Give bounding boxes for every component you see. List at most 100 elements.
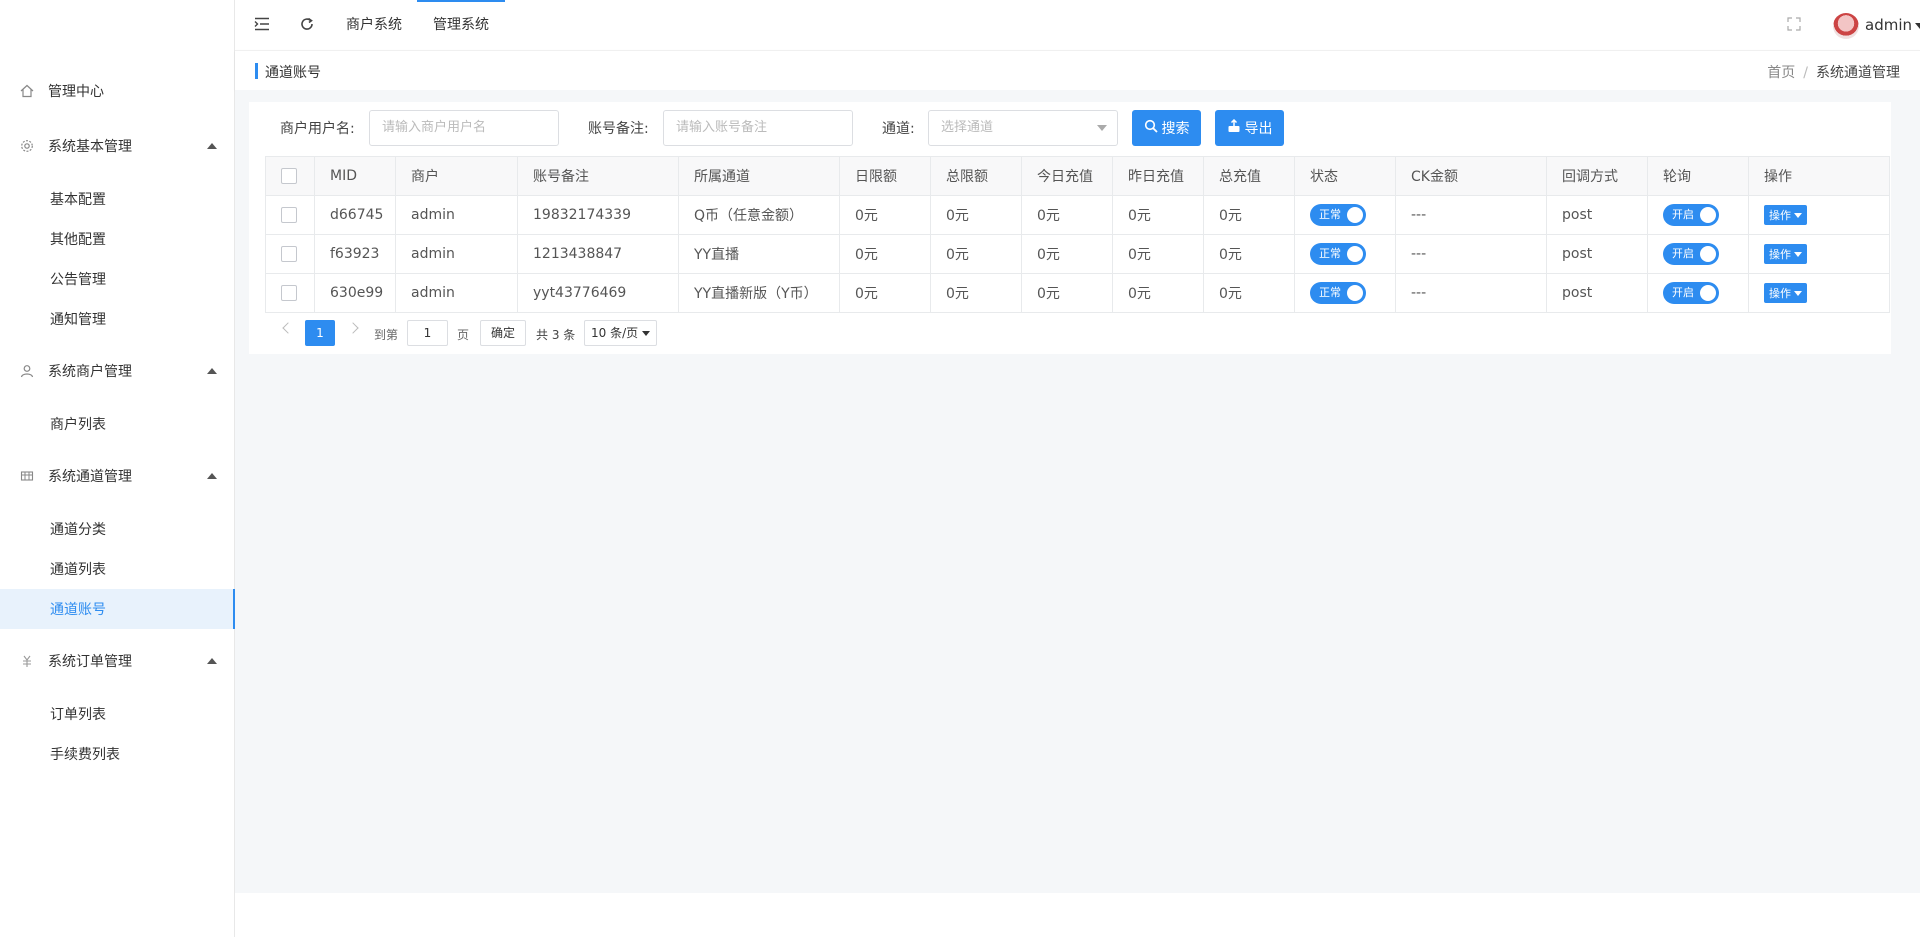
sidebar-item-basic-config[interactable]: 基本配置 [0,179,235,219]
cell-remark: 19832174339 [517,195,679,235]
search-button[interactable]: 搜索 [1132,110,1201,146]
cell-ck-amount: --- [1395,195,1547,235]
cell-callback: post [1546,234,1648,274]
sidebar-item-other-config[interactable]: 其他配置 [0,219,235,259]
actions-dropdown-button[interactable]: 操作 [1764,283,1807,303]
channel-select[interactable]: 选择通道 [928,110,1118,146]
order-icon [20,654,34,668]
actions-label: 操作 [1769,209,1791,222]
sidebar-group-channel[interactable]: 系统通道管理 [0,456,235,496]
status-toggle-label: 正常 [1319,286,1341,299]
cell-yesterday-recharge: 0元 [1112,234,1204,274]
table-header-row: MID 商户 账号备注 所属通道 日限额 总限额 今日充值 昨日充值 总充值 状… [265,156,1890,196]
row-select-cell [265,195,315,235]
cell-mid: f63923 [314,234,396,274]
refresh-icon[interactable] [298,15,316,33]
sidebar-group-label: 管理中心 [48,84,104,100]
column-header: 账号备注 [517,156,679,196]
column-header: 日限额 [839,156,931,196]
column-header: 总限额 [930,156,1022,196]
toggle-knob [1347,285,1363,301]
sidebar-group-orders[interactable]: 系统订单管理 [0,641,235,681]
chevron-down-icon[interactable] [1915,23,1920,29]
sidebar-item-fee-list[interactable]: 手续费列表 [0,734,235,774]
search-icon [1144,119,1158,137]
breadcrumb-bar: 通道账号 首页 / 系统通道管理 [235,50,1920,90]
toggle-knob [1347,207,1363,223]
menu-collapse-icon[interactable] [253,15,271,33]
toggle-knob [1700,246,1716,262]
caret-down-icon [1794,212,1802,218]
goto-confirm-button[interactable]: 确定 [480,320,526,346]
sidebar-item-announcements[interactable]: 公告管理 [0,259,235,299]
cell-total-limit: 0元 [930,234,1022,274]
page-button-current[interactable]: 1 [305,320,335,346]
actions-label: 操作 [1769,287,1791,300]
status-toggle-label: 正常 [1319,247,1341,260]
cell-status: 正常 [1294,195,1396,235]
goto-page-input[interactable]: 1 [407,320,448,346]
merchant-username-input[interactable]: 请输入商户用户名 [369,110,559,146]
cell-channel: YY直播新版（Y币） [678,273,840,313]
row-checkbox[interactable] [281,285,297,301]
cell-status: 正常 [1294,234,1396,274]
toggle-knob [1700,207,1716,223]
tab-merchant-system[interactable]: 商户系统 [346,0,402,50]
title-accent-bar [255,63,258,79]
sidebar-item-channel-account[interactable]: 通道账号 [0,589,235,629]
avatar[interactable] [1833,13,1859,39]
sidebar-group-management-center[interactable]: 管理中心 [0,71,235,111]
select-all-checkbox[interactable] [281,168,297,184]
fullscreen-icon[interactable] [1785,15,1803,33]
sidebar-group-label: 系统订单管理 [48,654,132,670]
export-button[interactable]: 导出 [1215,110,1284,146]
actions-dropdown-button[interactable]: 操作 [1764,205,1807,225]
sidebar-group-basic[interactable]: 系统基本管理 [0,126,235,166]
channel-account-table: MID 商户 账号备注 所属通道 日限额 总限额 今日充值 昨日充值 总充值 状… [265,156,1890,313]
poll-toggle[interactable]: 开启 [1663,282,1719,304]
cell-yesterday-recharge: 0元 [1112,195,1204,235]
column-header: 回调方式 [1546,156,1648,196]
cell-today-recharge: 0元 [1021,273,1113,313]
goto-label: 到第 [374,328,399,342]
actions-dropdown-button[interactable]: 操作 [1764,244,1807,264]
cell-ck-amount: --- [1395,234,1547,274]
poll-toggle[interactable]: 开启 [1663,243,1719,265]
status-toggle[interactable]: 正常 [1310,204,1366,226]
cell-total-limit: 0元 [930,195,1022,235]
page-size-select[interactable]: 10 条/页 [584,320,657,346]
cell-merchant: admin [395,195,518,235]
user-name[interactable]: admin [1865,16,1912,34]
tab-admin-system[interactable]: 管理系统 [417,0,505,50]
grid-icon [20,469,34,483]
caret-down-icon [1794,251,1802,257]
poll-toggle-label: 开启 [1672,247,1694,260]
table-row: 630e99 admin yyt43776469 YY直播新版（Y币） 0元 0… [265,273,1890,313]
status-toggle[interactable]: 正常 [1310,282,1366,304]
merchant-username-label: 商户用户名: [280,121,355,137]
sidebar-item-channel-category[interactable]: 通道分类 [0,509,235,549]
sidebar-group-merchant[interactable]: 系统商户管理 [0,351,235,391]
sidebar-item-order-list[interactable]: 订单列表 [0,694,235,734]
status-toggle[interactable]: 正常 [1310,243,1366,265]
sidebar: 管理中心 系统基本管理 基本配置 其他配置 公告管理 通知管理 系统商户管理 商… [0,0,235,937]
cell-total-recharge: 0元 [1203,195,1295,235]
chevron-down-icon [1097,125,1107,131]
breadcrumb-home[interactable]: 首页 [1767,65,1795,81]
cell-callback: post [1546,195,1648,235]
sidebar-item-channel-list[interactable]: 通道列表 [0,549,235,589]
poll-toggle[interactable]: 开启 [1663,204,1719,226]
breadcrumb-current: 系统通道管理 [1816,65,1900,81]
cell-daily-limit: 0元 [839,273,931,313]
cell-callback: post [1546,273,1648,313]
sidebar-item-merchant-list[interactable]: 商户列表 [0,404,235,444]
channel-select-placeholder: 选择通道 [941,120,994,135]
row-checkbox[interactable] [281,246,297,262]
cell-mid: d66745 [314,195,396,235]
page-unit-label: 页 [457,328,470,342]
column-header: 总充值 [1203,156,1295,196]
chevron-down-icon [642,331,650,336]
account-remark-input[interactable]: 请输入账号备注 [663,110,853,146]
sidebar-item-notifications[interactable]: 通知管理 [0,299,235,339]
row-checkbox[interactable] [281,207,297,223]
